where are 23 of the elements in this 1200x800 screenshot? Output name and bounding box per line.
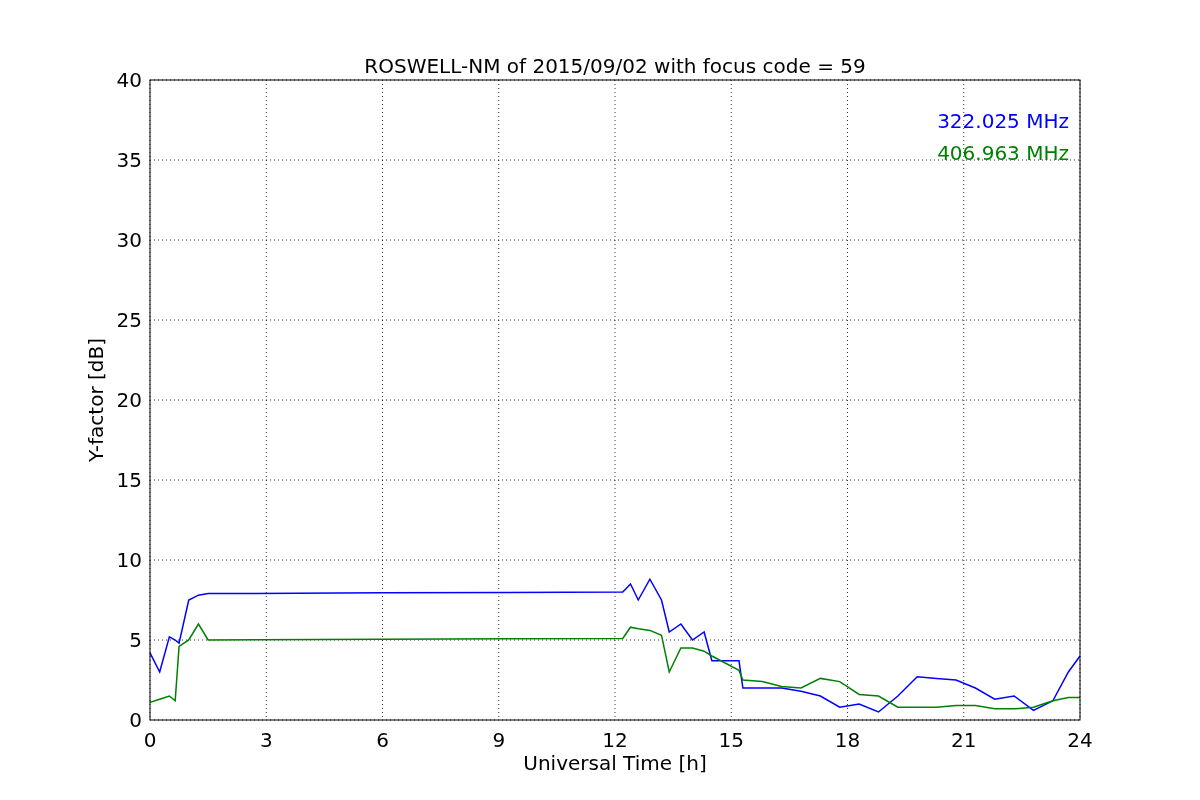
y-tick-label: 0 [129, 708, 142, 732]
y-tick-label: 15 [116, 468, 142, 492]
y-tick-label: 30 [116, 228, 142, 252]
x-tick-label: 12 [602, 728, 628, 752]
y-tick-label: 25 [116, 308, 142, 332]
x-tick-label: 21 [951, 728, 977, 752]
x-tick-label: 24 [1067, 728, 1093, 752]
x-tick-label: 18 [834, 728, 861, 752]
x-tick-label: 15 [718, 728, 744, 752]
y-tick-label: 40 [116, 68, 142, 92]
y-tick-label: 35 [116, 148, 142, 172]
y-tick-label: 5 [129, 628, 142, 652]
y-tick-label: 20 [116, 388, 142, 412]
x-tick-label: 0 [143, 728, 157, 752]
x-axis-label: Universal Time [h] [523, 751, 707, 775]
legend-label: 322.025 MHz [937, 109, 1069, 133]
y-axis-label: Y-factor [dB] [84, 338, 108, 462]
x-tick-label: 3 [259, 728, 273, 752]
x-tick-label: 6 [376, 728, 389, 752]
x-tick-label: 9 [492, 728, 506, 752]
y-tick-label: 10 [116, 548, 142, 572]
legend-label: 406.963 MHz [937, 141, 1069, 165]
chart-title: ROSWELL-NM of 2015/09/02 with focus code = 59 [364, 54, 866, 78]
